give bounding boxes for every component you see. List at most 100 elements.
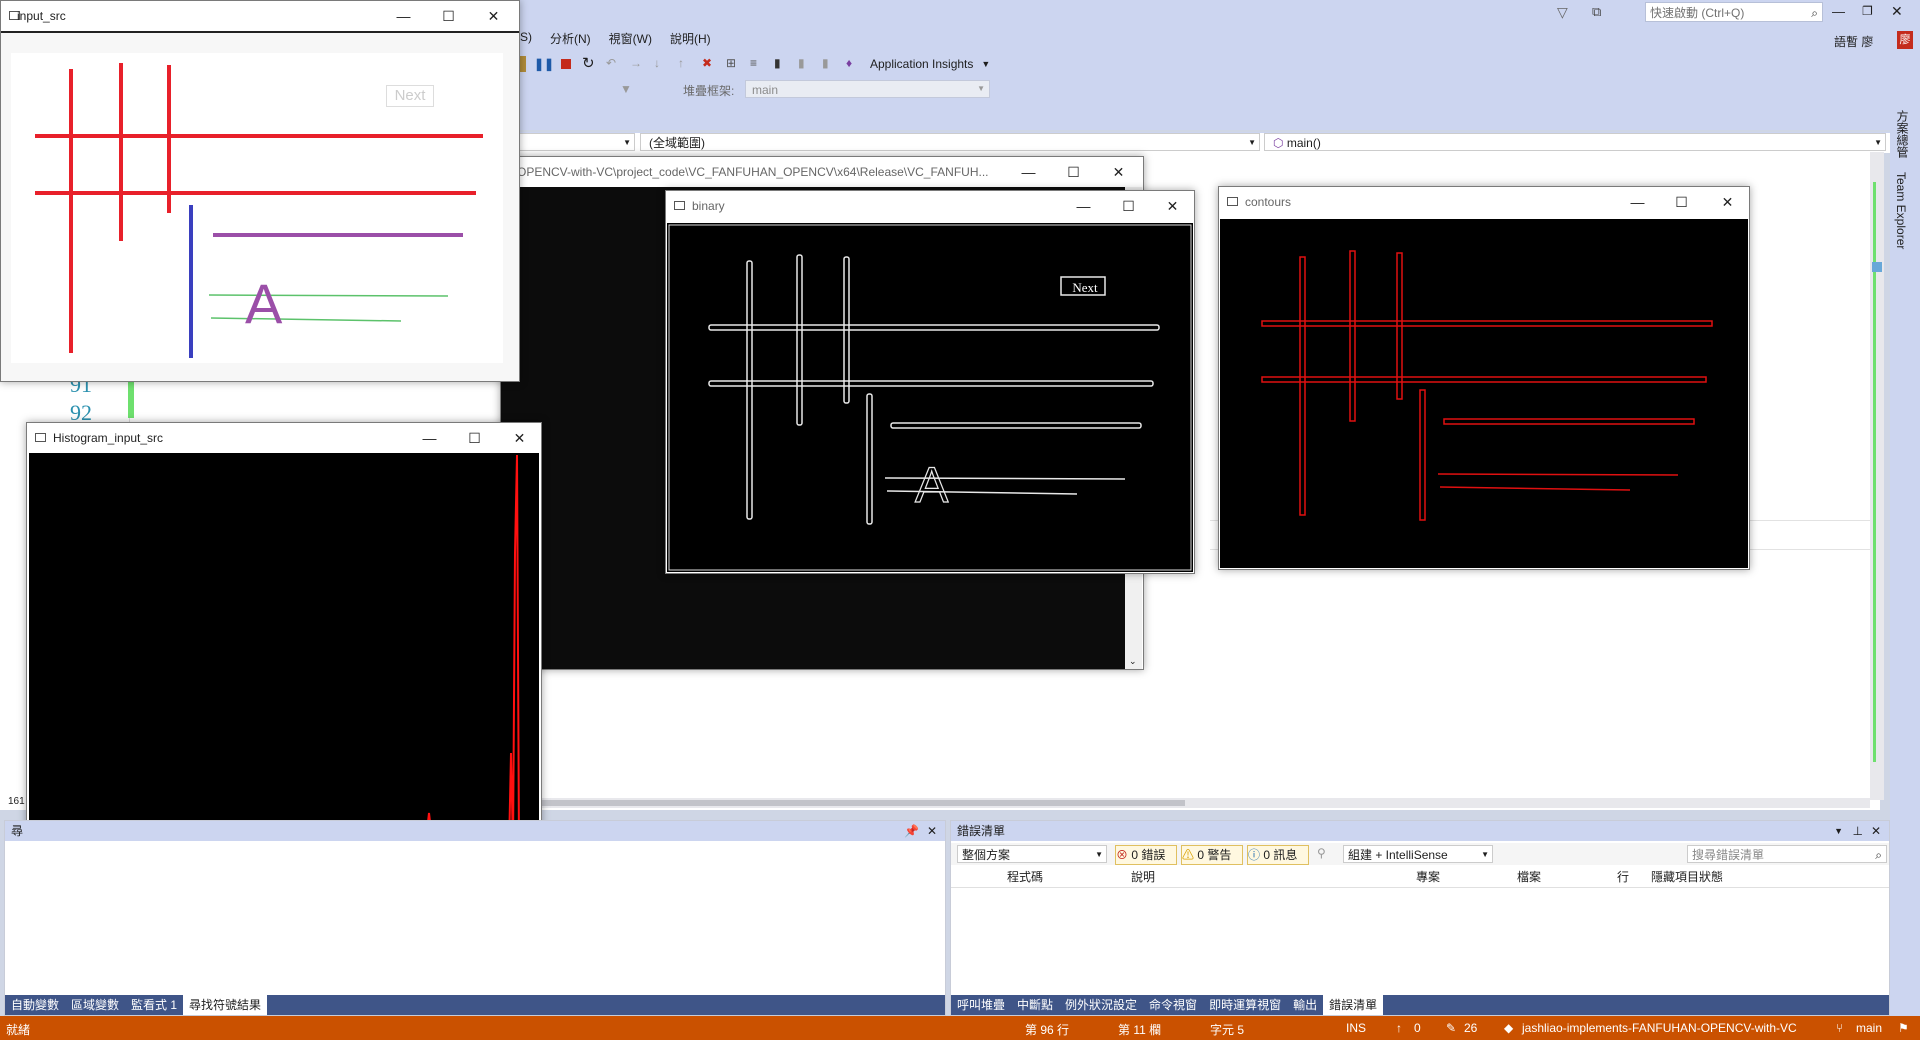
- step-over-icon[interactable]: →: [630, 56, 646, 72]
- user-name[interactable]: 語暫 廖: [1834, 33, 1873, 50]
- tab-error-list[interactable]: 錯誤清單: [1323, 995, 1384, 1015]
- binary-titlebar[interactable]: binary — ☐ ✕: [666, 191, 1194, 221]
- messages-filter-button[interactable]: ⓘ 0 訊息: [1247, 845, 1309, 865]
- filter-feedback-icon[interactable]: ▽: [1557, 4, 1568, 21]
- tab-exception-settings[interactable]: 例外狀況設定: [1059, 995, 1143, 1015]
- tab-find-symbol[interactable]: 尋找符號結果: [183, 995, 268, 1015]
- minimize-button[interactable]: —: [1832, 4, 1845, 19]
- step-out-icon[interactable]: ↑: [678, 56, 694, 72]
- menu-item-analyze[interactable]: 分析(N): [550, 30, 591, 50]
- h-scroll-thumb[interactable]: [540, 800, 1185, 806]
- close-button[interactable]: ✕: [497, 423, 542, 453]
- bookmark-next-icon[interactable]: ▮: [822, 56, 838, 72]
- status-branch[interactable]: main: [1856, 1021, 1882, 1035]
- tab-autos[interactable]: 自動變數: [5, 995, 65, 1015]
- scope-select[interactable]: 整個方案 ▼: [957, 845, 1107, 863]
- close-button[interactable]: ✕: [1150, 191, 1195, 221]
- maximize-button[interactable]: ☐: [1659, 187, 1704, 217]
- thread-icon[interactable]: ⊞: [726, 56, 742, 72]
- format-icon[interactable]: ≡: [750, 56, 766, 72]
- minimize-button[interactable]: —: [1061, 191, 1106, 221]
- scroll-down-icon[interactable]: ⌄: [1129, 656, 1137, 667]
- scroll-thumb[interactable]: [1872, 262, 1882, 272]
- project-combo[interactable]: ▼: [515, 133, 635, 151]
- close-icon[interactable]: ✕: [1871, 821, 1881, 841]
- minimize-button[interactable]: —: [1006, 157, 1051, 187]
- function-combo[interactable]: ⬡ main() ▼: [1264, 133, 1886, 151]
- maximize-button[interactable]: ☐: [426, 1, 471, 31]
- status-up-count[interactable]: 0: [1414, 1021, 1421, 1035]
- input-src-window[interactable]: input_src — ☐ ✕ A Next: [0, 0, 520, 382]
- tab-watch[interactable]: 監看式 1: [125, 995, 183, 1015]
- chevron-down-icon[interactable]: ▼: [981, 59, 990, 69]
- status-pencil-count[interactable]: 26: [1464, 1021, 1477, 1035]
- team-explorer-tab[interactable]: Team Explorer: [1894, 172, 1908, 249]
- repo-icon[interactable]: ◆: [1504, 1021, 1513, 1035]
- minimize-button[interactable]: —: [381, 1, 426, 31]
- scope-combo[interactable]: (全域範圍) ▼: [640, 133, 1260, 151]
- minimize-button[interactable]: —: [407, 423, 452, 453]
- close-button[interactable]: ✕: [1705, 187, 1750, 217]
- pin-icon[interactable]: ⊥: [1853, 821, 1863, 841]
- step-back-icon[interactable]: ↶: [606, 56, 622, 72]
- step-into-icon[interactable]: ↓: [654, 56, 670, 72]
- maximize-button[interactable]: ☐: [1106, 191, 1151, 221]
- errors-filter-button[interactable]: ⊗ 0 錯誤: [1115, 845, 1177, 865]
- menu-item-help[interactable]: 說明(H): [670, 30, 711, 50]
- chevron-down-icon[interactable]: ▼: [1834, 821, 1843, 841]
- tab-output[interactable]: 輸出: [1287, 995, 1323, 1015]
- close-button[interactable]: ✕: [1891, 3, 1903, 20]
- minimize-button[interactable]: —: [1615, 187, 1660, 217]
- restore-button[interactable]: ❐: [1862, 4, 1873, 18]
- breakpoint-toggle-icon[interactable]: ✖: [702, 56, 718, 72]
- tab-locals[interactable]: 區域變數: [65, 995, 125, 1015]
- column-code[interactable]: 程式碼: [1007, 867, 1043, 887]
- warnings-filter-button[interactable]: ⚠ 0 警告: [1181, 845, 1243, 865]
- tab-call-stack[interactable]: 呼叫堆疊: [951, 995, 1011, 1015]
- close-icon[interactable]: ✕: [927, 821, 937, 841]
- pin-icon[interactable]: 📌: [904, 821, 919, 841]
- build-filter-select[interactable]: 組建 + IntelliSense ▼: [1343, 845, 1493, 863]
- column-description[interactable]: 說明: [1131, 867, 1155, 887]
- pause-icon[interactable]: ❚❚: [534, 56, 554, 72]
- editor-vertical-scrollbar[interactable]: [1870, 152, 1884, 800]
- error-search-input[interactable]: 搜尋錯誤清單 ⌕: [1687, 845, 1887, 863]
- branch-icon[interactable]: ⑂: [1836, 1021, 1843, 1035]
- up-arrow-icon[interactable]: ↑: [1396, 1021, 1402, 1035]
- menu-item-window[interactable]: 視窗(W): [609, 30, 652, 50]
- contours-titlebar[interactable]: contours — ☐ ✕: [1219, 187, 1749, 217]
- stack-frame-select[interactable]: main ▼: [745, 80, 990, 98]
- user-badge[interactable]: 廖: [1897, 31, 1913, 49]
- bookmark-prev-icon[interactable]: ▮: [798, 56, 814, 72]
- close-button[interactable]: ✕: [1096, 157, 1141, 187]
- column-project[interactable]: 專案: [1416, 867, 1440, 887]
- app-insights-button[interactable]: Application Insights: [870, 57, 973, 71]
- menu-item-s[interactable]: S): [520, 30, 532, 50]
- histogram-titlebar[interactable]: Histogram_input_src — ☐ ✕: [27, 423, 541, 453]
- quick-launch-input[interactable]: 快速啟動 (Ctrl+Q) ⌕: [1645, 2, 1823, 22]
- pencil-icon[interactable]: ✎: [1446, 1021, 1456, 1035]
- clear-filter-icon[interactable]: ⚲: [1317, 846, 1326, 860]
- filter-icon[interactable]: ▼: [620, 82, 632, 96]
- binary-window[interactable]: binary — ☐ ✕ A Next: [665, 190, 1195, 574]
- console-titlebar[interactable]: OPENCV-with-VC\project_code\VC_FANFUHAN_…: [501, 157, 1143, 187]
- column-file[interactable]: 檔案: [1517, 867, 1541, 887]
- stop-icon[interactable]: [558, 56, 574, 72]
- restart-icon[interactable]: ↻: [582, 56, 598, 72]
- contours-window[interactable]: contours — ☐ ✕: [1218, 186, 1750, 570]
- column-line[interactable]: 行: [1617, 867, 1629, 887]
- histogram-window[interactable]: Histogram_input_src — ☐ ✕: [26, 422, 542, 856]
- bookmark-icon[interactable]: ▮: [774, 56, 790, 72]
- tab-breakpoints[interactable]: 中斷點: [1011, 995, 1059, 1015]
- maximize-button[interactable]: ☐: [1051, 157, 1096, 187]
- app-insights-icon[interactable]: ♦: [846, 56, 862, 72]
- solution-explorer-tab[interactable]: 方案總管: [1894, 110, 1911, 158]
- tab-immediate-window[interactable]: 即時運算視窗: [1203, 995, 1287, 1015]
- input-src-next-button[interactable]: Next: [386, 85, 434, 107]
- status-repo[interactable]: jashliao-implements-FANFUHAN-OPENCV-with…: [1522, 1021, 1797, 1035]
- maximize-button[interactable]: ☐: [452, 423, 497, 453]
- notifications-icon[interactable]: ⚑: [1898, 1021, 1909, 1035]
- editor-horizontal-scrollbar[interactable]: [540, 798, 1870, 808]
- close-button[interactable]: ✕: [471, 1, 516, 31]
- column-suppression[interactable]: 隱藏項目狀態: [1651, 867, 1723, 887]
